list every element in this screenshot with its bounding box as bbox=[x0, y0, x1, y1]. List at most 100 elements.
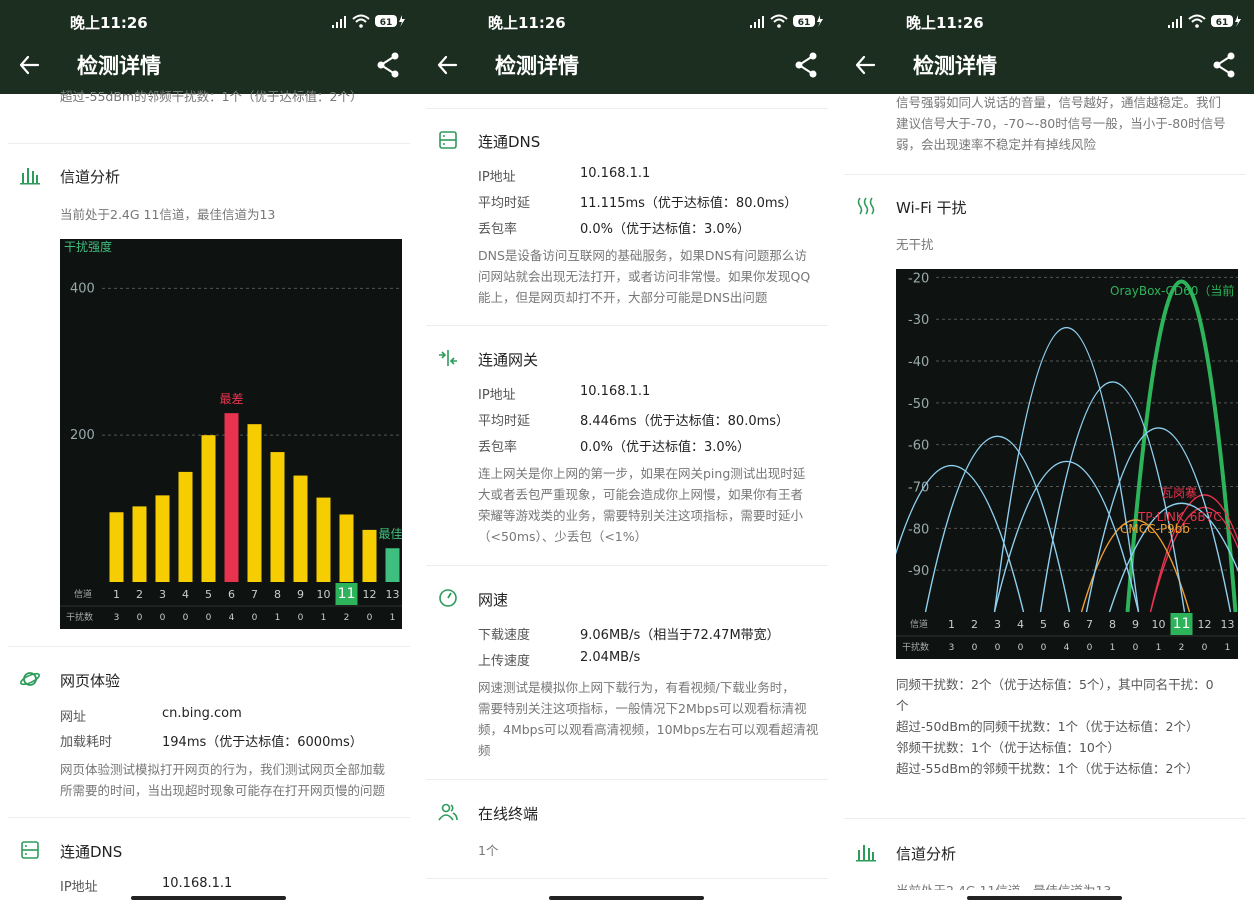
status-time: 晚上11:26 bbox=[906, 14, 984, 32]
ip-label: IP地址 bbox=[60, 880, 98, 895]
wifi-interference-chart: -20 -30 -40 -50 -60 -70 -80 -90 OrayBox-CD60（当前瓦… bbox=[896, 269, 1238, 659]
y-tick-label: 200 bbox=[70, 428, 95, 443]
battery-icon: 61 bbox=[375, 15, 405, 28]
latency-label: 平均时延 bbox=[478, 196, 531, 211]
section-title-online: 在线终端 bbox=[478, 805, 539, 823]
interference-count: 1 bbox=[321, 613, 327, 623]
interference-count: 1 bbox=[1225, 643, 1231, 653]
section-title-wifi-interference: Wi-Fi 干扰 bbox=[896, 199, 967, 217]
ip-value: 10.168.1.1 bbox=[580, 166, 651, 181]
interference-count: 2 bbox=[344, 613, 350, 623]
status-bar: 晚上11:26 61 bbox=[836, 0, 1254, 36]
interference-count: 0 bbox=[1133, 643, 1139, 653]
screen-3: 晚上11:26 61 检测详情 信号强弱如同人说话的音量，信号越好，通信越稳定。… bbox=[836, 0, 1254, 906]
speed-desc: 网速测试是模拟你上网下载行为，有看视频/下载业务时， 需要特别关注这项指标，一般情… bbox=[478, 680, 819, 758]
server-icon bbox=[439, 131, 457, 149]
channel-number: 3 bbox=[159, 588, 166, 601]
bar-ch9 bbox=[293, 475, 308, 582]
bar-ch6 bbox=[224, 413, 239, 582]
url-label: 网址 bbox=[60, 710, 87, 725]
planet-icon bbox=[20, 672, 40, 686]
dns-desc: DNS是设备访问互联网的基础服务，如果DNS有问题那么访 问网站就会出现无法打开，… bbox=[478, 248, 811, 305]
divider bbox=[8, 646, 410, 647]
online-count: 1个 bbox=[478, 843, 499, 858]
interference-count: 0 bbox=[252, 613, 258, 623]
channel-number: 12 bbox=[363, 588, 377, 601]
y-tick-label: -30 bbox=[908, 313, 929, 328]
loss-label: 丢包率 bbox=[478, 222, 518, 237]
channel-number: 3 bbox=[994, 618, 1001, 631]
channel-number: 11 bbox=[338, 586, 356, 602]
home-indicator[interactable] bbox=[131, 896, 286, 900]
bar-ch1 bbox=[109, 512, 124, 582]
channel-number: 1 bbox=[113, 588, 120, 601]
best-channel-label: 最佳 bbox=[379, 527, 403, 541]
channel-bar-chart: 干扰强度 200 400 最差 最佳 信道 干扰数 1 3 2 0 3 0 4 0 5 0 6 4 7 0 8 1 9 0 10 1… bbox=[60, 239, 402, 629]
load-time-label: 加载耗时 bbox=[60, 735, 113, 750]
channel-number: 13 bbox=[1221, 618, 1235, 631]
bar-ch13 bbox=[385, 548, 400, 582]
wifi-status-icon bbox=[1188, 14, 1206, 28]
app-bar: 检测详情 bbox=[836, 36, 1254, 94]
interference-count: 1 bbox=[275, 613, 281, 623]
wifi-status-icon bbox=[352, 14, 370, 28]
ssid-label: 瓦岗寨 bbox=[1161, 485, 1197, 500]
back-arrow-icon[interactable] bbox=[18, 54, 40, 76]
divider bbox=[844, 174, 1246, 175]
screen-1: 晚上11:26 61 检测详情 超过-55dBm的邻频干扰数：1个（优于达标值：… bbox=[0, 0, 418, 906]
status-bar: 晚上11:26 61 bbox=[418, 0, 836, 36]
app-bar: 检测详情 bbox=[418, 36, 836, 94]
share-icon[interactable] bbox=[376, 52, 400, 78]
y-tick-label: -50 bbox=[908, 397, 929, 412]
interference-waves-icon bbox=[857, 197, 875, 215]
interference-count: 0 bbox=[137, 613, 143, 623]
channel-number: 9 bbox=[1132, 618, 1139, 631]
y-tick-label: -60 bbox=[908, 439, 929, 454]
ssid-label-own: OrayBox-CD60（当前 bbox=[1110, 283, 1234, 298]
web-desc: 网页体验测试模拟打开网页的行为，我们测试网页全部加载 所需要的时间，当出现超时现象… bbox=[60, 762, 386, 798]
interference-stats: 同频干扰数：2个（优于达标值：5个），其中同名干扰：0 个超过-50dBm的同频干… bbox=[896, 677, 1214, 776]
share-icon[interactable] bbox=[794, 52, 818, 78]
battery-icon: 61 bbox=[793, 15, 823, 28]
divider bbox=[8, 143, 410, 144]
download-value: 9.06MB/s（相当于72.47M带宽） bbox=[580, 628, 780, 643]
bar-ch2 bbox=[132, 506, 147, 582]
users-icon bbox=[438, 803, 458, 821]
channel-row-label: 信道 bbox=[910, 618, 928, 630]
signal-arc bbox=[993, 327, 1140, 613]
channel-number: 2 bbox=[971, 618, 978, 631]
latency-label: 平均时延 bbox=[478, 414, 531, 429]
gateway-icon bbox=[439, 350, 457, 366]
channel-number: 4 bbox=[1017, 618, 1024, 631]
section-title-channel: 信道分析 bbox=[896, 845, 957, 863]
channel-number: 4 bbox=[182, 588, 189, 601]
divider bbox=[8, 817, 410, 818]
interference-row-label: 干扰数 bbox=[902, 641, 929, 653]
channel-number: 6 bbox=[1063, 618, 1070, 631]
bar-chart-icon bbox=[20, 168, 40, 185]
page-title: 检测详情 bbox=[913, 54, 997, 78]
page-title: 检测详情 bbox=[495, 54, 579, 78]
home-indicator[interactable] bbox=[967, 896, 1122, 900]
interference-count: 0 bbox=[1087, 643, 1093, 653]
home-indicator[interactable] bbox=[549, 896, 704, 900]
channel-number: 9 bbox=[297, 588, 304, 601]
section-title-dns: 连通DNS bbox=[478, 133, 541, 151]
bar-ch12 bbox=[362, 529, 377, 582]
share-icon[interactable] bbox=[1212, 52, 1236, 78]
worst-channel-label: 最差 bbox=[219, 392, 243, 406]
status-time: 晚上11:26 bbox=[70, 14, 148, 32]
wifi-status-icon bbox=[770, 14, 788, 28]
interference-count: 0 bbox=[183, 613, 189, 623]
interference-count: 4 bbox=[1064, 643, 1070, 653]
bar-chart-icon bbox=[856, 845, 876, 862]
back-arrow-icon[interactable] bbox=[436, 54, 458, 76]
channel-number: 8 bbox=[274, 588, 281, 601]
bar-ch10 bbox=[316, 497, 331, 582]
channel-number: 10 bbox=[317, 588, 331, 601]
svg-text:61: 61 bbox=[798, 18, 811, 28]
back-arrow-icon[interactable] bbox=[854, 54, 876, 76]
channel-number: 8 bbox=[1109, 618, 1116, 631]
ip-value: 10.168.1.1 bbox=[580, 384, 651, 399]
interference-count: 0 bbox=[1018, 643, 1024, 653]
